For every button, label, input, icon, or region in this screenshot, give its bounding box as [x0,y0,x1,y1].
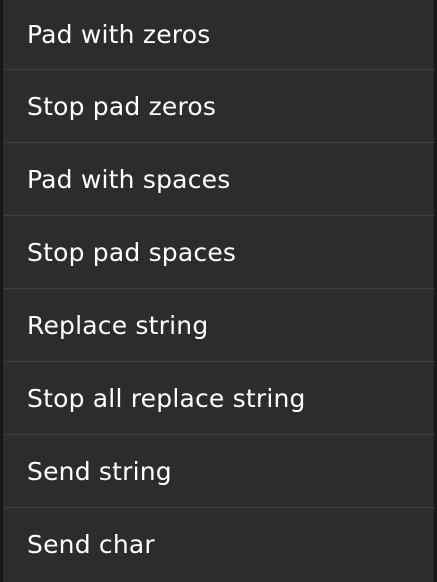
menu-item-stop-pad-spaces[interactable]: Stop pad spaces [3,216,434,289]
menu-item-send-string[interactable]: Send string [3,435,434,508]
menu-item-stop-pad-zeros[interactable]: Stop pad zeros [3,70,434,143]
menu-item-label: Pad with spaces [27,164,231,194]
menu-item-stop-all-replace-string[interactable]: Stop all replace string [3,362,434,435]
menu-item-label: Stop pad spaces [27,237,237,267]
menu-item-pad-with-spaces[interactable]: Pad with spaces [3,143,434,216]
menu-item-send-char[interactable]: Send char [3,508,434,581]
context-menu: Pad with zeros Stop pad zeros Pad with s… [2,0,435,582]
menu-item-label: Send string [27,456,172,486]
menu-item-pad-with-zeros[interactable]: Pad with zeros [3,0,434,70]
menu-item-label: Replace string [27,310,209,340]
menu-item-label: Send char [27,530,155,559]
menu-item-label: Pad with zeros [27,20,211,49]
menu-item-label: Stop pad zeros [27,91,217,121]
menu-item-label: Stop all replace string [27,383,306,413]
menu-item-replace-string[interactable]: Replace string [3,289,434,362]
